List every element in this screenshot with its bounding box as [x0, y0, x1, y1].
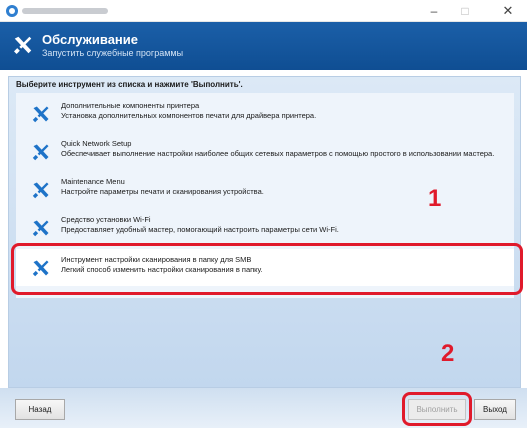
tool-item-quick-network-setup[interactable]: Quick Network Setup Обеспечивает выполне… [16, 133, 514, 170]
tools-icon [32, 106, 49, 123]
back-button[interactable]: Назад [15, 399, 65, 420]
tools-icon [32, 144, 49, 161]
page-subtitle: Запустить служебные программы [42, 48, 184, 58]
tool-item-wifi-setup[interactable]: Средство установки Wi-Fi Предоставляет у… [16, 209, 514, 246]
highlight-run-button [402, 392, 472, 426]
maximize-button[interactable]: □ [453, 2, 477, 20]
highlight-selected-tool [11, 243, 523, 295]
tool-item-description: Установка дополнительных компонентов печ… [61, 111, 317, 120]
callout-step-2: 2 [441, 340, 455, 367]
tools-icon [32, 182, 49, 199]
window-titlebar: – □ ✕ [0, 0, 527, 22]
instruction-text: Выберите инструмент из списка и нажмите … [16, 80, 243, 89]
window-title [22, 8, 108, 14]
tool-item-title: Средство установки Wi-Fi [61, 215, 151, 224]
tool-item-title: Дополнительные компоненты принтера [61, 101, 200, 110]
close-button[interactable]: ✕ [496, 2, 520, 20]
minimize-button[interactable]: – [422, 2, 446, 20]
app-icon [6, 5, 18, 17]
header-banner: Обслуживание Запустить служебные програм… [0, 22, 527, 70]
page-title: Обслуживание [42, 32, 139, 47]
tool-item-description: Предоставляет удобный мастер, помогающий… [61, 225, 339, 234]
tool-item-description: Настройте параметры печати и сканировани… [61, 187, 264, 196]
exit-button[interactable]: Выход [474, 399, 516, 420]
tool-item-title: Maintenance Menu [61, 177, 125, 186]
callout-step-1: 1 [428, 185, 442, 212]
tool-item-title: Quick Network Setup [61, 139, 132, 148]
tools-icon [32, 220, 49, 237]
tool-item-description: Обеспечивает выполнение настройки наибол… [61, 149, 495, 158]
tools-icon [13, 36, 32, 55]
tool-item-printer-components[interactable]: Дополнительные компоненты принтера Устан… [16, 95, 514, 132]
